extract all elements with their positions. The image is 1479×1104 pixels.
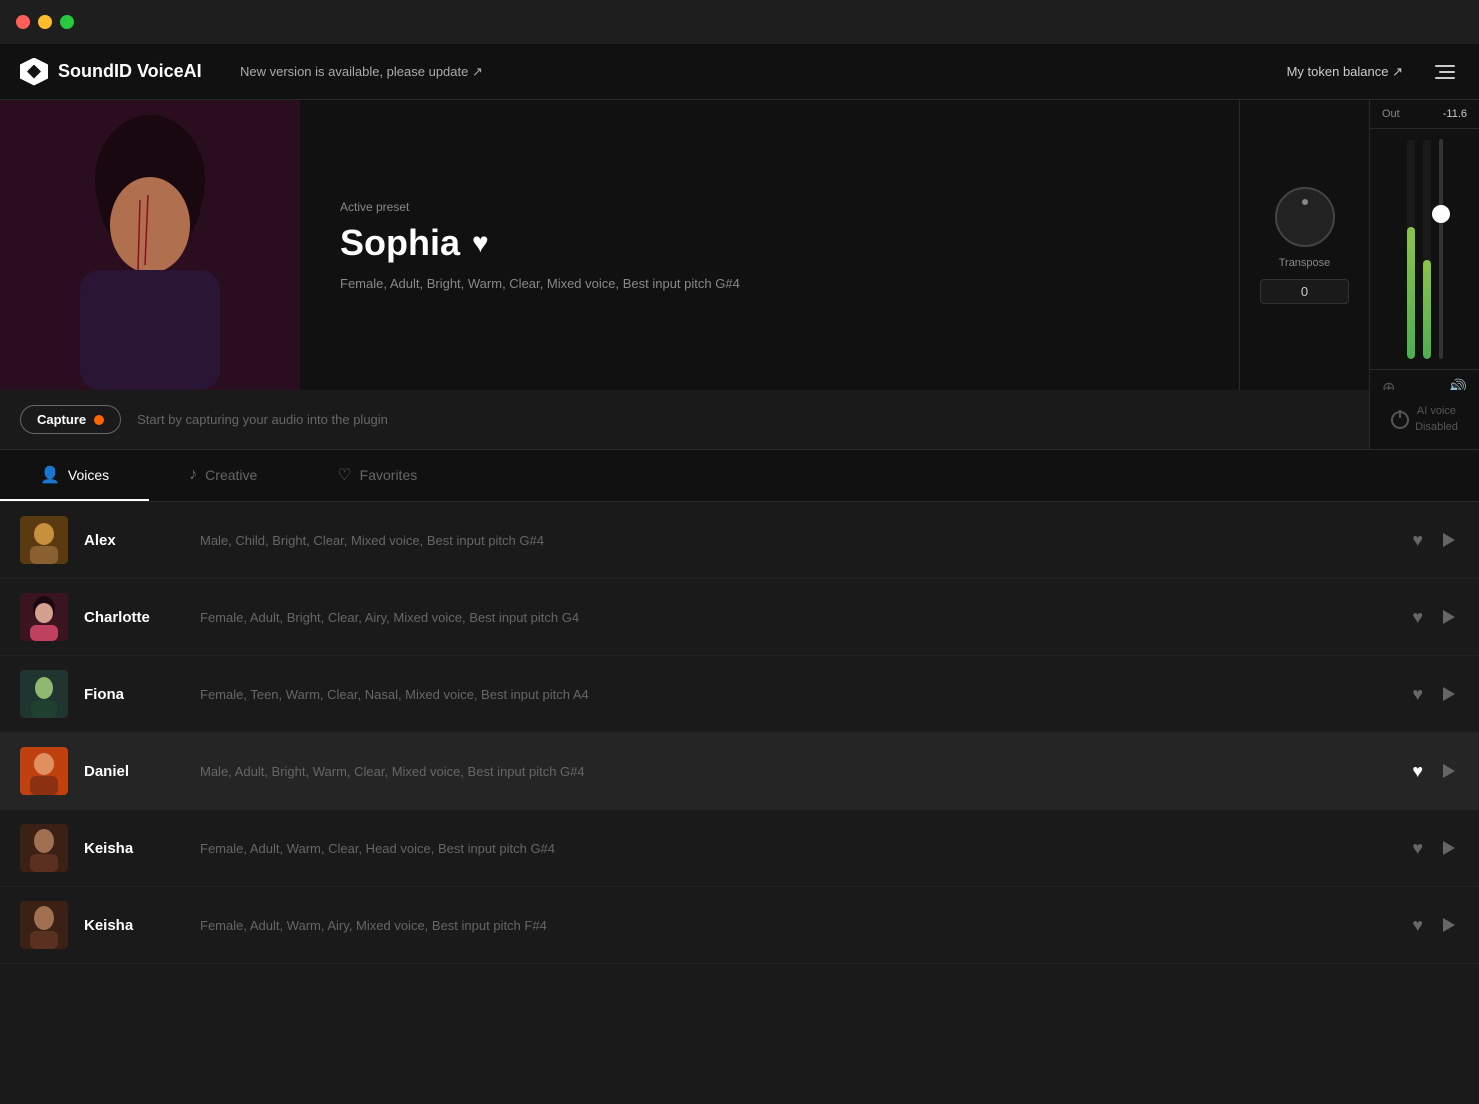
voice-avatar — [20, 747, 68, 795]
favorite-button[interactable]: ♥ — [1408, 680, 1427, 709]
play-button[interactable] — [1439, 606, 1459, 628]
transpose-knob[interactable] — [1275, 187, 1335, 247]
titlebar — [0, 0, 1479, 44]
play-button[interactable] — [1439, 760, 1459, 782]
voice-row[interactable]: Alex Male, Child, Bright, Clear, Mixed v… — [0, 502, 1479, 579]
voice-row[interactable]: Daniel Male, Adult, Bright, Warm, Clear,… — [0, 733, 1479, 810]
power-icon[interactable] — [1391, 411, 1409, 429]
play-button[interactable] — [1439, 914, 1459, 936]
tab-favorites[interactable]: ♡ Favorites — [297, 450, 457, 501]
voice-row-name: Keisha — [84, 840, 184, 857]
favorites-icon: ♡ — [337, 465, 351, 485]
traffic-lights — [16, 15, 74, 29]
voice-row-actions: ♥ — [1408, 911, 1459, 940]
voice-avatar — [20, 593, 68, 641]
logo: SoundID VoiceAI — [20, 58, 240, 86]
fader-thumb[interactable] — [1432, 205, 1450, 223]
capture-button[interactable]: Capture — [20, 405, 121, 434]
voice-avatar — [20, 670, 68, 718]
favorite-button[interactable]: ♥ — [1408, 526, 1427, 555]
play-button[interactable] — [1439, 683, 1459, 705]
voice-row-tags: Male, Child, Bright, Clear, Mixed voice,… — [200, 533, 1392, 548]
transpose-label: Transpose — [1279, 257, 1331, 269]
token-balance[interactable]: My token balance ↗ — [1203, 64, 1403, 80]
voice-row[interactable]: Keisha Female, Adult, Warm, Airy, Mixed … — [0, 887, 1479, 964]
favorite-button[interactable]: ♥ — [1408, 834, 1427, 863]
voice-avatar — [20, 824, 68, 872]
voice-row[interactable]: Fiona Female, Teen, Warm, Clear, Nasal, … — [0, 656, 1479, 733]
menu-button[interactable] — [1423, 54, 1459, 90]
voice-row-actions: ♥ — [1408, 526, 1459, 555]
voice-name-display: Sophia ♥ — [340, 222, 1199, 264]
voice-row-tags: Female, Adult, Warm, Clear, Head voice, … — [200, 841, 1392, 856]
voice-image — [0, 100, 300, 390]
output-label: Out — [1382, 108, 1400, 120]
voice-photo — [0, 100, 300, 390]
voice-avatar — [20, 901, 68, 949]
voice-info: Active preset Sophia ♥ Female, Adult, Br… — [300, 100, 1239, 390]
favorite-button[interactable]: ♥ — [1408, 911, 1427, 940]
voice-row[interactable]: Keisha Female, Adult, Warm, Clear, Head … — [0, 810, 1479, 887]
capture-area: Capture Start by capturing your audio in… — [0, 390, 1369, 449]
capture-description: Start by capturing your audio into the p… — [137, 412, 1349, 427]
voice-row-actions: ♥ — [1408, 680, 1459, 709]
tab-creative[interactable]: ♪ Creative — [149, 450, 297, 501]
minimize-button[interactable] — [38, 15, 52, 29]
fader-track[interactable] — [1439, 139, 1443, 359]
ai-voice-panel: AI voice Disabled — [1369, 390, 1479, 449]
voice-tags: Female, Adult, Bright, Warm, Clear, Mixe… — [340, 276, 1199, 291]
logo-icon — [20, 58, 48, 86]
meter-bar-right — [1423, 139, 1431, 359]
bottom-bar: Capture Start by capturing your audio in… — [0, 390, 1479, 450]
play-button[interactable] — [1439, 837, 1459, 859]
content-area: Active preset Sophia ♥ Female, Adult, Br… — [0, 100, 1479, 1104]
voice-row-name: Keisha — [84, 917, 184, 934]
voice-row[interactable]: Charlotte Female, Adult, Bright, Clear, … — [0, 579, 1479, 656]
tabs: 👤 Voices ♪ Creative ♡ Favorites — [0, 450, 1479, 502]
update-notice[interactable]: New version is available, please update … — [240, 64, 1203, 80]
voice-row-tags: Female, Adult, Bright, Clear, Airy, Mixe… — [200, 610, 1392, 625]
voice-list: Alex Male, Child, Bright, Clear, Mixed v… — [0, 502, 1479, 1104]
output-header: Out -11.6 — [1370, 100, 1479, 129]
output-value: -11.6 — [1443, 108, 1467, 120]
voice-row-actions: ♥ — [1408, 834, 1459, 863]
voice-row-tags: Female, Teen, Warm, Clear, Nasal, Mixed … — [200, 687, 1392, 702]
header: SoundID VoiceAI New version is available… — [0, 44, 1479, 100]
creative-icon: ♪ — [189, 466, 197, 484]
tab-voices[interactable]: 👤 Voices — [0, 450, 149, 501]
ai-voice-label: AI voice Disabled — [1415, 404, 1458, 435]
volume-section: Out -11.6 ⊕ 🔊 — [1369, 100, 1479, 390]
preset-label: Active preset — [340, 200, 1199, 214]
voice-row-actions: ♥ — [1408, 603, 1459, 632]
favorite-button[interactable]: ♥ — [1408, 757, 1427, 786]
app-title: SoundID VoiceAI — [58, 61, 202, 82]
voice-avatar — [20, 516, 68, 564]
transpose-section: Transpose 0 — [1239, 100, 1369, 390]
maximize-button[interactable] — [60, 15, 74, 29]
favorite-heart-icon[interactable]: ♥ — [472, 227, 489, 259]
voice-row-tags: Female, Adult, Warm, Airy, Mixed voice, … — [200, 918, 1392, 933]
voice-row-actions: ♥ — [1408, 757, 1459, 786]
close-button[interactable] — [16, 15, 30, 29]
meter-bar-left — [1407, 139, 1415, 359]
main-content: Active preset Sophia ♥ Female, Adult, Br… — [0, 100, 1479, 1104]
capture-label: Capture — [37, 412, 86, 427]
voice-row-name: Charlotte — [84, 609, 184, 626]
voices-icon: 👤 — [40, 465, 60, 485]
transpose-value[interactable]: 0 — [1260, 279, 1349, 304]
voice-row-name: Daniel — [84, 763, 184, 780]
voice-row-name: Alex — [84, 532, 184, 549]
voice-row-name: Fiona — [84, 686, 184, 703]
fader-area[interactable] — [1370, 129, 1479, 369]
favorite-button[interactable]: ♥ — [1408, 603, 1427, 632]
play-button[interactable] — [1439, 529, 1459, 551]
upper-section: Active preset Sophia ♥ Female, Adult, Br… — [0, 100, 1479, 390]
voice-row-tags: Male, Adult, Bright, Warm, Clear, Mixed … — [200, 764, 1392, 779]
capture-dot — [94, 415, 104, 425]
